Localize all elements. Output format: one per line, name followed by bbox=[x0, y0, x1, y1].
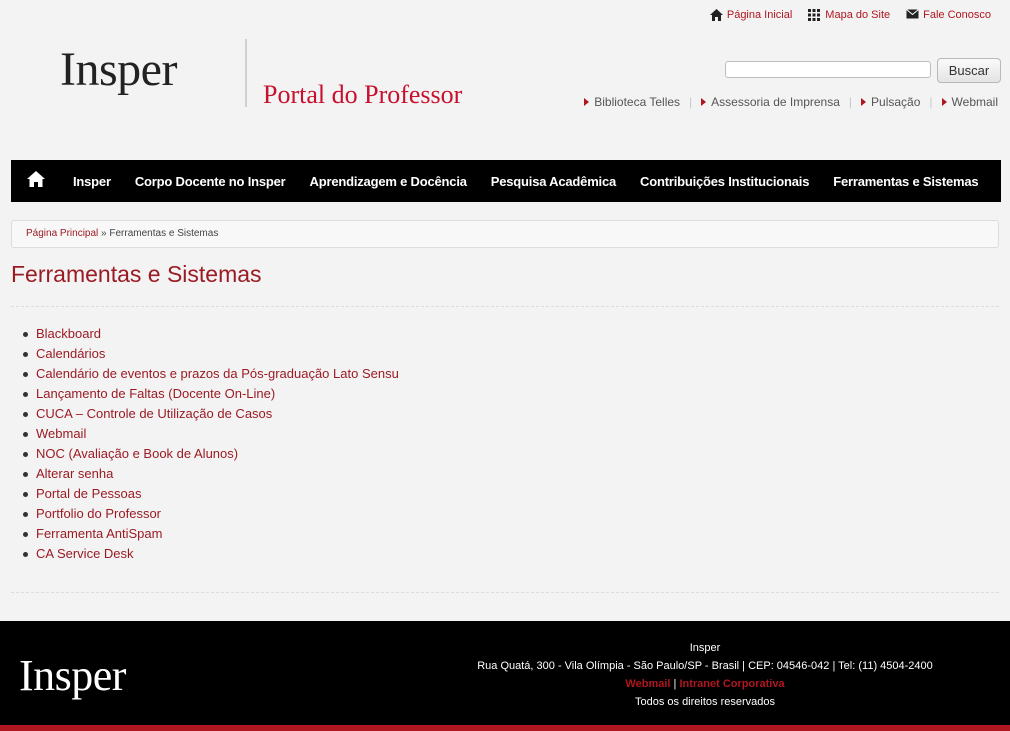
top-utility-links: Página Inicial Mapa do Site Fale Conosco bbox=[709, 9, 991, 21]
breadcrumb-current: Ferramentas e Sistemas bbox=[109, 228, 219, 239]
list-item: CUCA – Controle de Utilização de Casos bbox=[23, 404, 399, 424]
footer-link-webmail[interactable]: Webmail bbox=[625, 678, 670, 690]
quick-link-pulsacao[interactable]: Pulsação bbox=[861, 95, 920, 109]
breadcrumb-separator: » bbox=[101, 228, 107, 239]
nav-item-ferramentas[interactable]: Ferramentas e Sistemas bbox=[833, 174, 978, 189]
link-lancamento-faltas[interactable]: Lançamento de Faltas (Docente On-Line) bbox=[36, 386, 275, 401]
search-input[interactable] bbox=[725, 61, 931, 78]
search-button[interactable]: Buscar bbox=[937, 58, 1001, 83]
link-blackboard[interactable]: Blackboard bbox=[36, 326, 101, 341]
envelope-icon bbox=[906, 9, 919, 21]
page-title: Ferramentas e Sistemas bbox=[11, 261, 262, 287]
main-nav: Insper Corpo Docente no Insper Aprendiza… bbox=[11, 160, 1001, 202]
nav-home-button[interactable] bbox=[11, 160, 61, 202]
footer-logo[interactable]: Insper bbox=[19, 649, 126, 703]
divider bbox=[11, 592, 999, 593]
quick-link-biblioteca[interactable]: Biblioteca Telles bbox=[584, 95, 680, 109]
list-item: Webmail bbox=[23, 424, 399, 444]
quick-link-label: Biblioteca Telles bbox=[594, 95, 681, 109]
home-icon bbox=[709, 9, 723, 21]
quick-link-webmail[interactable]: Webmail bbox=[941, 95, 998, 109]
list-item: Portal de Pessoas bbox=[23, 484, 399, 504]
triangle-right-icon bbox=[861, 98, 867, 106]
top-link-contact[interactable]: Fale Conosco bbox=[906, 9, 991, 21]
list-item: Portfolio do Professor bbox=[23, 504, 399, 524]
top-link-home-label: Página Inicial bbox=[726, 9, 793, 21]
separator: | bbox=[929, 95, 933, 109]
footer-info: Insper Rua Quatá, 300 - Vila Olímpia - S… bbox=[405, 639, 1005, 711]
separator: | bbox=[689, 95, 693, 109]
quick-links: Biblioteca Telles | Assessoria de Impren… bbox=[584, 95, 998, 109]
footer-link-separator: | bbox=[673, 678, 677, 690]
list-item: Calendário de eventos e prazos da Pós-gr… bbox=[23, 364, 399, 384]
link-calendario-eventos[interactable]: Calendário de eventos e prazos da Pós-gr… bbox=[36, 366, 399, 381]
top-link-contact-label: Fale Conosco bbox=[923, 9, 991, 21]
list-item: CA Service Desk bbox=[23, 544, 399, 564]
insper-logo[interactable]: Insper bbox=[60, 40, 177, 100]
list-item: Calendários bbox=[23, 344, 399, 364]
link-calendarios[interactable]: Calendários bbox=[36, 346, 105, 361]
list-item: NOC (Avaliação e Book de Alunos) bbox=[23, 444, 399, 464]
nav-item-pesquisa[interactable]: Pesquisa Acadêmica bbox=[491, 174, 616, 189]
footer-address: Rua Quatá, 300 - Vila Olímpia - São Paul… bbox=[477, 660, 933, 672]
footer-org-name: Insper bbox=[689, 642, 721, 654]
link-portal-pessoas[interactable]: Portal de Pessoas bbox=[36, 486, 142, 501]
home-icon bbox=[27, 170, 45, 192]
link-cuca[interactable]: CUCA – Controle de Utilização de Casos bbox=[36, 406, 272, 421]
nav-item-insper[interactable]: Insper bbox=[73, 174, 111, 189]
triangle-right-icon bbox=[941, 98, 947, 106]
footer-accent-bar bbox=[0, 725, 1010, 731]
nav-item-contribuicoes[interactable]: Contribuições Institucionais bbox=[640, 174, 809, 189]
top-link-sitemap[interactable]: Mapa do Site bbox=[808, 9, 890, 21]
list-item: Blackboard bbox=[23, 324, 399, 344]
link-antispam[interactable]: Ferramenta AntiSpam bbox=[36, 526, 162, 541]
link-noc[interactable]: NOC (Avaliação e Book de Alunos) bbox=[36, 446, 238, 461]
separator: | bbox=[848, 95, 853, 109]
link-portfolio[interactable]: Portfolio do Professor bbox=[36, 506, 161, 521]
quick-link-label: Assessoria de Imprensa bbox=[711, 95, 840, 109]
divider bbox=[11, 306, 999, 307]
list-item: Alterar senha bbox=[23, 464, 399, 484]
footer-link-intranet[interactable]: Intranet Corporativa bbox=[679, 678, 784, 690]
footer-links: Webmail | Intranet Corporativa bbox=[405, 675, 1005, 693]
triangle-right-icon bbox=[584, 98, 590, 106]
logo-divider bbox=[245, 39, 247, 107]
quick-link-label: Webmail bbox=[951, 95, 998, 109]
top-link-home[interactable]: Página Inicial bbox=[709, 9, 793, 21]
triangle-right-icon bbox=[701, 98, 707, 106]
link-service-desk[interactable]: CA Service Desk bbox=[36, 546, 134, 561]
breadcrumb: Página Principal » Ferramentas e Sistema… bbox=[11, 220, 999, 248]
grid-icon bbox=[808, 9, 821, 21]
link-alterar-senha[interactable]: Alterar senha bbox=[36, 466, 113, 481]
top-link-sitemap-label: Mapa do Site bbox=[825, 9, 891, 21]
nav-item-aprendizagem[interactable]: Aprendizagem e Docência bbox=[310, 174, 467, 189]
link-webmail[interactable]: Webmail bbox=[36, 426, 86, 441]
list-item: Ferramenta AntiSpam bbox=[23, 524, 399, 544]
quick-link-assessoria[interactable]: Assessoria de Imprensa bbox=[701, 95, 840, 109]
footer: Insper Insper Rua Quatá, 300 - Vila Olím… bbox=[0, 621, 1010, 725]
breadcrumb-home-link[interactable]: Página Principal bbox=[26, 228, 98, 239]
portal-title[interactable]: Portal do Professor bbox=[263, 78, 462, 112]
nav-item-corpo-docente[interactable]: Corpo Docente no Insper bbox=[135, 174, 286, 189]
tools-list: Blackboard Calendários Calendário de eve… bbox=[23, 324, 399, 564]
footer-rights: Todos os direitos reservados bbox=[634, 696, 775, 708]
quick-link-label: Pulsação bbox=[871, 95, 921, 109]
list-item: Lançamento de Faltas (Docente On-Line) bbox=[23, 384, 399, 404]
